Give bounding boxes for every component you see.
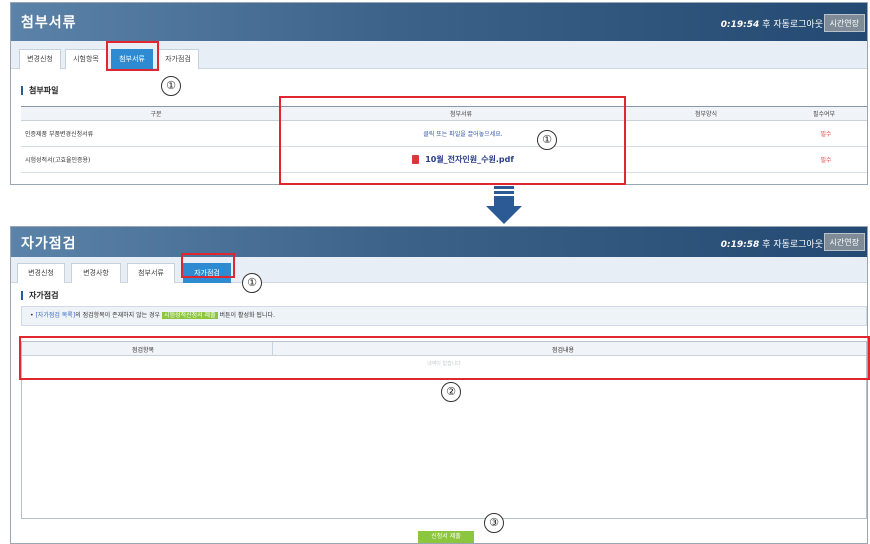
tab-change-details[interactable]: 변경사항 xyxy=(71,263,121,283)
down-arrow-icon xyxy=(486,186,522,224)
self-check-list-link[interactable]: [자가점검 목록] xyxy=(35,312,75,319)
title-bar: 자가점검 0:19:58 후 자동로그아웃 시간연장 xyxy=(11,227,867,257)
highlight-box-tab xyxy=(106,41,159,71)
tab-change-request[interactable]: 변경신청 xyxy=(19,49,61,69)
col-category: 구분 xyxy=(21,106,291,121)
timer-label: 후 자동로그아웃 xyxy=(759,20,823,30)
timer-time: 0:19:58 xyxy=(720,240,760,250)
tab-bar: 변경신청 변경사항 첨부서류 자가점검 xyxy=(11,257,867,283)
section-title: 자가점검 xyxy=(21,291,58,300)
highlight-box-tab xyxy=(181,253,235,278)
submit-application-button[interactable]: 신청서 제출 xyxy=(418,531,474,543)
timer-label: 후 자동로그아웃 xyxy=(759,240,823,250)
step-marker-3: ③ xyxy=(484,513,504,533)
notice-box: • [자가점검 목록]의 점검항목이 존재하지 않는 경우 시험성적신청서 제출… xyxy=(21,306,867,326)
timer-time: 0:19:54 xyxy=(720,20,760,30)
step-marker-2: ② xyxy=(441,382,461,402)
title-bar: 첨부서류 0:19:54 후 자동로그아웃 시간연장 xyxy=(11,3,867,41)
highlight-box-grid xyxy=(19,336,870,380)
notice-highlight: 시험성적신청서 제출 xyxy=(162,312,218,319)
highlight-box-attachment xyxy=(279,96,626,185)
notice-text: 의 점검항목이 존재하지 않는 경우 xyxy=(75,312,162,319)
tab-attachments[interactable]: 첨부서류 xyxy=(127,263,175,283)
section-title: 첨부파일 xyxy=(21,86,58,95)
session-timer: 0:19:58 후 자동로그아웃 xyxy=(721,237,823,250)
notice-suffix: 버튼이 활성화 됩니다. xyxy=(217,312,275,319)
required-badge: 필수 xyxy=(781,146,867,173)
tab-change-request[interactable]: 변경신청 xyxy=(17,263,65,283)
step-marker-1: ① xyxy=(161,76,181,96)
row-form xyxy=(631,120,781,147)
row-category: 인증제품 부품변경신청서류 xyxy=(21,120,291,147)
row-form xyxy=(631,146,781,173)
step-marker-1b: ① xyxy=(537,130,557,150)
window-title: 자가점검 xyxy=(21,236,77,252)
session-timer: 0:19:54 후 자동로그아웃 xyxy=(721,17,823,30)
tab-self-check[interactable]: 자가점검 xyxy=(157,49,199,69)
required-badge: 필수 xyxy=(781,120,867,147)
row-category: 시험성적서(고효율인증용) xyxy=(21,146,291,173)
tab-test-items[interactable]: 시험항목 xyxy=(65,49,107,69)
extend-time-button[interactable]: 시간연장 xyxy=(823,233,865,251)
col-form: 첨부양식 xyxy=(631,106,781,121)
extend-time-button[interactable]: 시간연장 xyxy=(823,14,865,32)
self-check-window: 자가점검 0:19:58 후 자동로그아웃 시간연장 변경신청 변경사항 첨부서… xyxy=(10,226,868,544)
window-title: 첨부서류 xyxy=(21,15,77,31)
col-required: 필수여부 xyxy=(781,106,867,121)
step-marker-1c: ① xyxy=(242,273,262,293)
